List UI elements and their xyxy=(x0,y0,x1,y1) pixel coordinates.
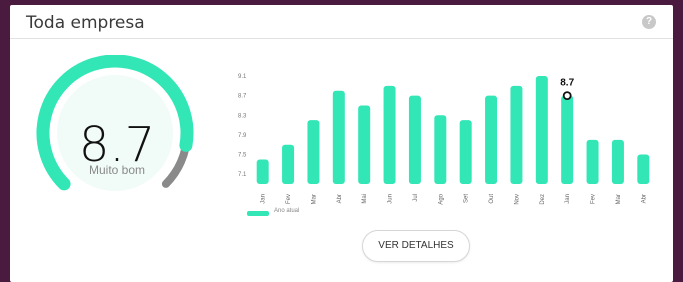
y-tick-label: 9.1 xyxy=(238,74,247,80)
y-tick-label: 7.5 xyxy=(238,153,247,159)
legend-label: Ano atual xyxy=(274,208,300,214)
card-header: Toda empresa ? xyxy=(10,5,673,39)
bar-jul-6[interactable] xyxy=(408,95,421,184)
bar-out-9[interactable] xyxy=(485,95,498,184)
x-tick-label: Mai xyxy=(362,194,368,204)
bar-set-8[interactable] xyxy=(459,120,472,184)
x-tick-label: Fev xyxy=(591,194,597,204)
x-tick-label: Jul xyxy=(413,194,419,202)
x-tick-label: Nov xyxy=(514,194,520,205)
highlight-point xyxy=(562,91,572,101)
x-tick-label: Fev xyxy=(286,194,292,204)
bar-fev-1[interactable] xyxy=(282,144,295,184)
bar-jun-5[interactable] xyxy=(383,85,396,184)
y-tick-label: 7.1 xyxy=(238,172,247,178)
bar-mai-4[interactable] xyxy=(358,105,371,184)
x-tick-label: Out xyxy=(489,194,495,204)
x-tick-label: Jan xyxy=(261,194,267,204)
x-tick-label: Dez xyxy=(540,194,546,205)
highlight-value-label: 8.7 xyxy=(560,78,574,89)
bar-abr-3[interactable] xyxy=(332,90,345,184)
bar-jan-0[interactable] xyxy=(256,159,269,184)
x-tick-label: Mar xyxy=(616,194,622,204)
x-tick-label: Set xyxy=(464,194,470,203)
bar-dez-11[interactable] xyxy=(535,76,548,184)
gauge-label: Muito bom xyxy=(88,163,146,177)
x-tick-label: Abr xyxy=(641,194,647,203)
x-tick-label: Abr xyxy=(337,194,343,203)
y-tick-label: 8.7 xyxy=(238,94,247,100)
y-tick-label: 7.9 xyxy=(238,133,247,139)
bar-ago-7[interactable] xyxy=(434,115,447,184)
x-tick-label: Jan xyxy=(565,194,571,204)
card-title: Toda empresa xyxy=(26,13,145,33)
bar-mar-14[interactable] xyxy=(611,139,624,184)
bar-nov-10[interactable] xyxy=(510,85,523,184)
bar-abr-15[interactable] xyxy=(637,154,650,184)
x-tick-label: Ago xyxy=(438,193,444,204)
bar-jan-12[interactable] xyxy=(561,95,574,184)
y-tick-label: 8.3 xyxy=(238,113,247,119)
bar-mar-2[interactable] xyxy=(307,120,320,184)
x-tick-label: Jun xyxy=(388,194,394,204)
help-icon[interactable]: ? xyxy=(642,15,656,29)
bar-fev-13[interactable] xyxy=(586,139,599,184)
legend-swatch xyxy=(247,211,269,216)
monthly-score-chart: 9.1 8.7 8.3 7.9 7.5 7.1 Jan Fev Mar Abr Mai Jun Jul A… xyxy=(238,74,650,205)
view-details-button[interactable]: VER DETALHES xyxy=(362,230,470,262)
x-tick-label: Mar xyxy=(311,194,317,204)
